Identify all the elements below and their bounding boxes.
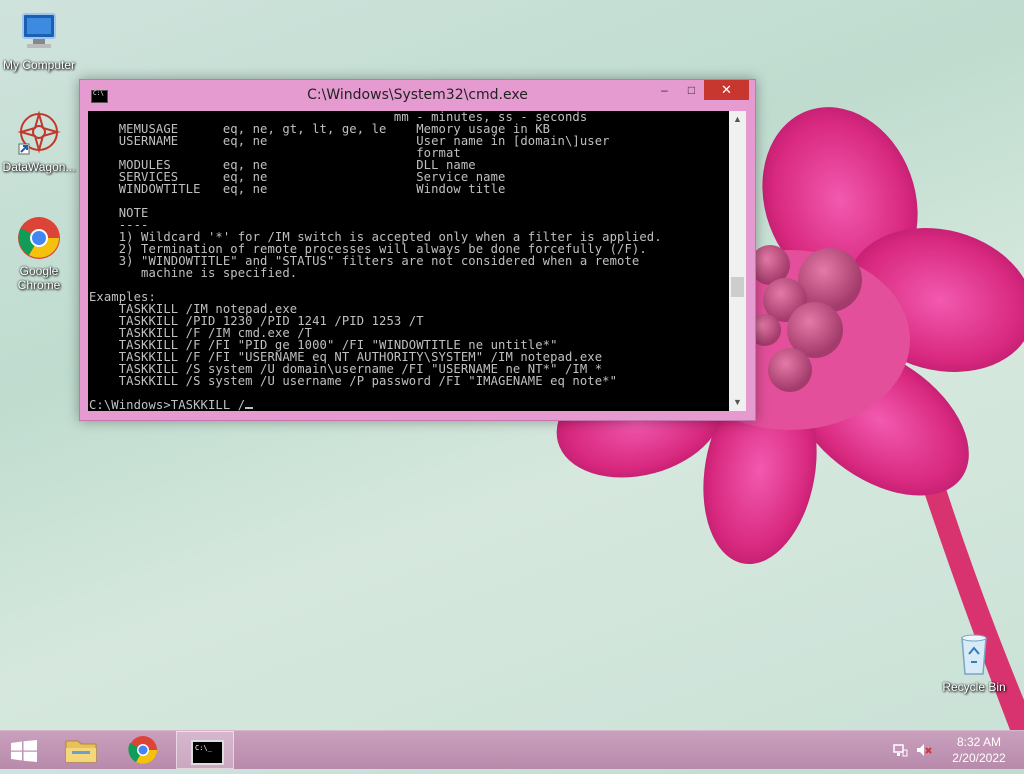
- scroll-up-arrow-icon[interactable]: ▲: [729, 111, 746, 128]
- volume-muted-icon[interactable]: [916, 742, 932, 758]
- minimize-button[interactable]: –: [651, 80, 678, 100]
- network-icon[interactable]: [892, 742, 908, 758]
- taskbar-file-explorer[interactable]: [52, 731, 110, 769]
- datawagon-icon: [15, 110, 63, 158]
- text-cursor: [245, 399, 254, 409]
- desktop-icon-my-computer[interactable]: My Computer: [1, 8, 77, 72]
- desktop-icon-label: Recycle Bin: [942, 680, 1006, 694]
- console-line: WINDOWTITLE eq, ne Window title: [89, 182, 506, 196]
- window-titlebar[interactable]: C:\Windows\System32\cmd.exe – □ ✕: [80, 80, 755, 111]
- console-text: mm - minutes, ss - seconds MEMUSAGE eq, …: [88, 111, 729, 399]
- desktop-icon-google-chrome[interactable]: Google Chrome: [1, 214, 77, 292]
- desktop-icon-recycle-bin[interactable]: Recycle Bin: [936, 630, 1012, 694]
- taskbar-cmd[interactable]: C:\_: [176, 731, 234, 769]
- folder-icon: [65, 740, 97, 763]
- cmd-window[interactable]: C:\Windows\System32\cmd.exe – □ ✕ mm - m…: [79, 79, 756, 421]
- recycle-bin-icon: [950, 630, 998, 678]
- desktop-icon-label: DataWagon...: [2, 160, 76, 174]
- clock-time: 8:32 AM: [956, 735, 1002, 749]
- console-line: TASKKILL /S system /U username /P passwo…: [89, 374, 618, 388]
- console-output[interactable]: mm - minutes, ss - seconds MEMUSAGE eq, …: [88, 111, 729, 411]
- start-button[interactable]: [0, 731, 48, 769]
- vertical-scrollbar[interactable]: ▲ ▼: [729, 111, 746, 411]
- scroll-down-arrow-icon[interactable]: ▼: [729, 394, 746, 411]
- desktop-icon-datawagon[interactable]: DataWagon...: [1, 110, 77, 174]
- chrome-icon: [128, 736, 157, 764]
- system-tray: 8:32 AM 2/20/2022: [884, 731, 1024, 769]
- close-button[interactable]: ✕: [704, 80, 749, 100]
- taskbar-chrome[interactable]: [114, 731, 172, 769]
- windows-logo-icon: [11, 740, 37, 762]
- scrollbar-thumb[interactable]: [731, 277, 744, 297]
- console-line: machine is specified.: [89, 266, 298, 280]
- prompt-text: C:\Windows>TASKKILL /: [89, 398, 246, 411]
- chrome-icon: [15, 214, 63, 262]
- taskbar: C:\_ 8:32 AM 2/20/2022: [0, 730, 1024, 769]
- clock-date: 2/20/2022: [952, 751, 1006, 765]
- maximize-button[interactable]: □: [678, 80, 705, 100]
- command-prompt[interactable]: C:\Windows>TASKKILL /: [88, 399, 729, 411]
- cmd-icon: C:\_: [191, 740, 224, 765]
- computer-icon: [15, 8, 63, 56]
- desktop-icon-label: Google Chrome: [17, 264, 61, 292]
- clock[interactable]: 8:32 AM 2/20/2022: [944, 734, 1014, 766]
- console-line: NOTE: [89, 206, 149, 220]
- desktop-icon-label: My Computer: [2, 58, 76, 72]
